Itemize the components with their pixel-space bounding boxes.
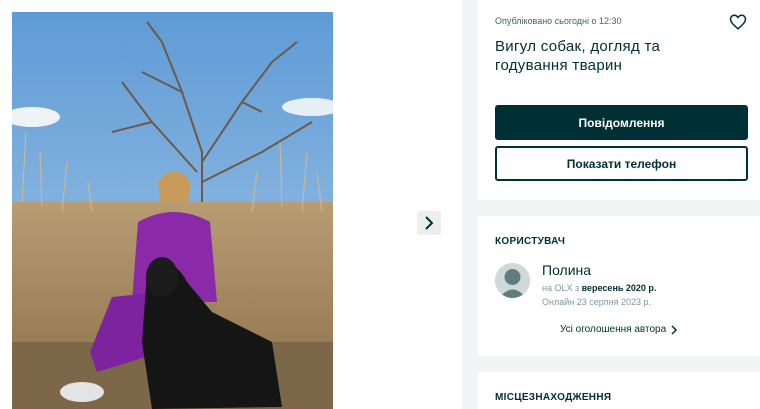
location-card: МІСЦЕЗНАХОДЖЕННЯ (478, 372, 760, 409)
next-photo-button[interactable] (417, 211, 441, 235)
user-section-title: КОРИСТУВАЧ (495, 236, 566, 247)
ad-summary-card: Опубліковано сьогодні о 12:30 Вигул соба… (478, 0, 760, 200)
message-button[interactable]: Повідомлення (495, 105, 748, 140)
ad-title: Вигул собак, догляд та годування тварин (495, 38, 661, 74)
all-ads-link[interactable]: Усі оголошення автора (560, 324, 678, 335)
user-card: КОРИСТУВАЧ Полина на OLX з вересень 2020… (478, 216, 760, 356)
user-since: на OLX з вересень 2020 р. (542, 283, 656, 293)
user-since-prefix: на OLX з (542, 283, 582, 293)
ad-photo[interactable] (12, 12, 333, 409)
all-ads-label: Усі оголошення автора (560, 324, 667, 335)
user-online-status: Онлайн 23 серпня 2023 р. (542, 297, 651, 307)
chevron-right-icon (425, 216, 434, 230)
chevron-right-icon (671, 324, 678, 335)
user-name[interactable]: Полина (542, 262, 591, 278)
heart-icon[interactable] (729, 13, 747, 31)
gallery (0, 0, 462, 409)
user-avatar-icon (495, 263, 530, 298)
posted-date: Опубліковано сьогодні о 12:30 (495, 16, 622, 26)
location-section-title: МІСЦЕЗНАХОДЖЕННЯ (495, 392, 612, 403)
user-since-value: вересень 2020 р. (581, 283, 657, 293)
avatar[interactable] (495, 263, 530, 298)
show-phone-button[interactable]: Показати телефон (495, 146, 748, 181)
